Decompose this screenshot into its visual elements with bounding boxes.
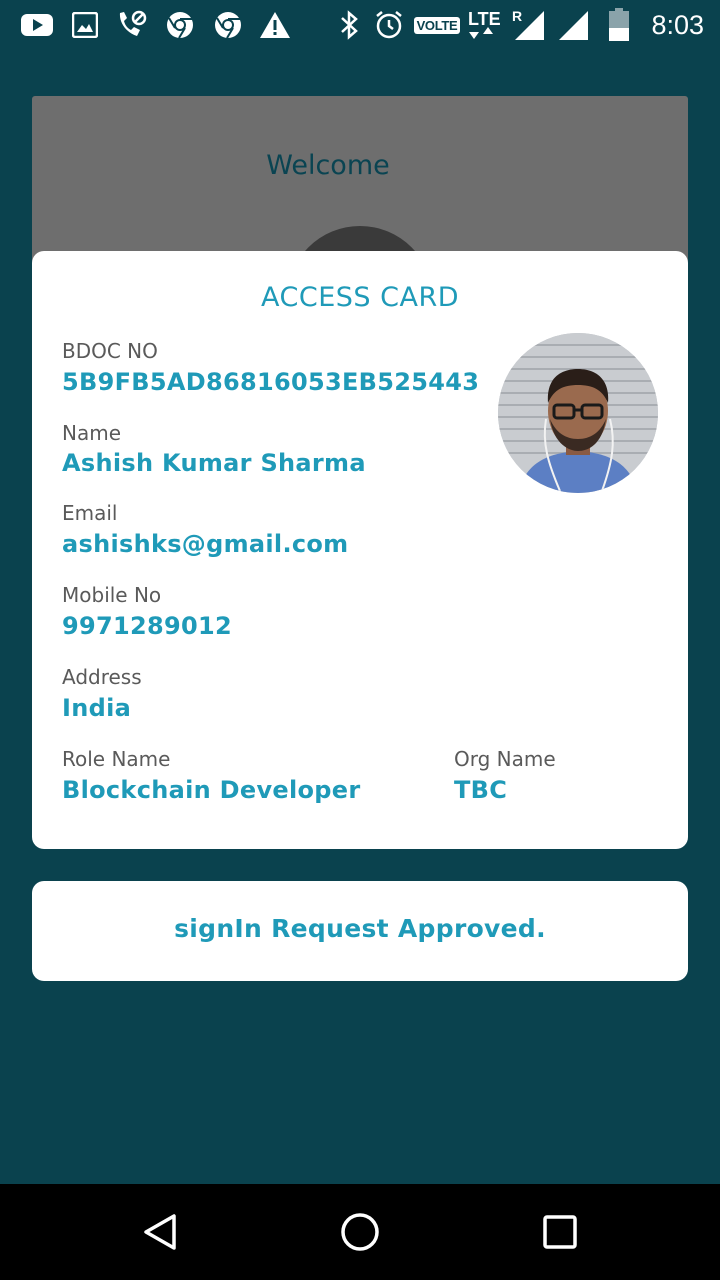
org-value: TBC [454,776,508,804]
youtube-icon [20,8,54,42]
address-value: India [62,694,132,722]
bdoc-value: 5B9FB5AD86816053EB525443 [62,368,480,396]
address-label: Address [62,665,142,689]
clock: 8:03 [651,10,704,40]
missed-call-icon [114,8,150,42]
role-label: Role Name [62,747,171,771]
email-label: Email [62,501,118,525]
profile-photo [498,333,658,493]
name-value: Ashish Kumar Sharma [62,449,366,477]
name-label: Name [62,421,122,445]
welcome-title: Welcome [266,150,390,181]
warning-icon [258,8,292,42]
home-icon[interactable] [336,1208,384,1256]
mobile-value: 9971289012 [62,612,232,640]
gallery-icon [70,8,100,42]
back-icon[interactable] [136,1208,184,1256]
signin-message: signIn Request Approved. [174,914,546,943]
email-value: ashishks@gmail.com [62,530,349,558]
volte-label: VOLTE [413,16,461,34]
signal-icon [556,8,590,42]
roaming-label: R [512,8,523,24]
battery-icon [606,8,632,42]
alarm-icon [372,8,406,42]
bdoc-label: BDOC NO [62,339,158,363]
lte-icon: LTE [468,8,512,42]
org-label: Org Name [454,747,556,771]
mobile-label: Mobile No [62,583,162,607]
chrome-icon [164,8,196,42]
bluetooth-icon [336,8,362,42]
volte-icon: VOLTE [412,8,462,42]
recents-icon[interactable] [536,1208,584,1256]
access-card-title: ACCESS CARD [261,282,459,313]
role-value: Blockchain Developer [62,776,361,804]
lte-label: LTE [468,9,501,29]
chrome-icon [212,8,244,42]
status-bar: VOLTE LTE R 8:03 [0,0,720,50]
signal-icon: R [508,8,546,42]
